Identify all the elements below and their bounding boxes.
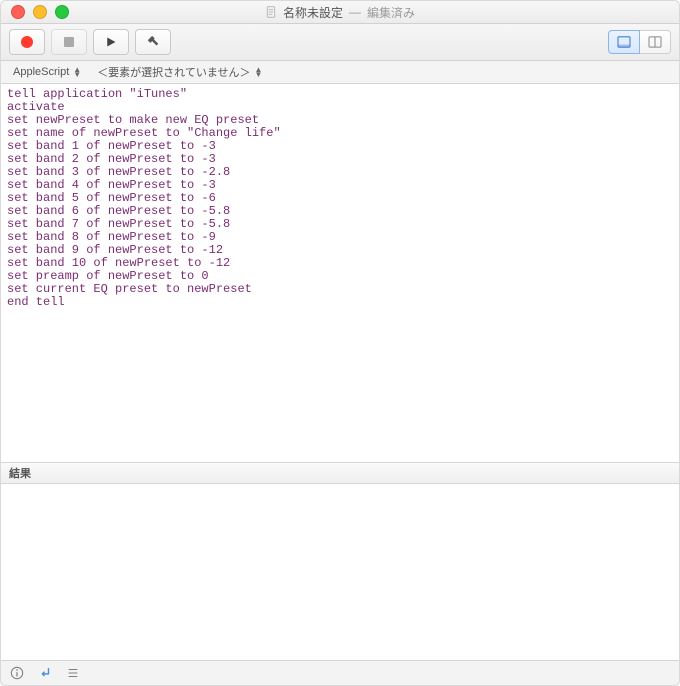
stop-button[interactable] bbox=[51, 29, 87, 55]
toolbar bbox=[1, 24, 679, 61]
chevron-updown-icon: ▲▼ bbox=[255, 67, 263, 77]
toolbar-group-left bbox=[9, 29, 171, 55]
title-separator: — bbox=[349, 5, 361, 19]
zoom-button[interactable] bbox=[55, 5, 69, 19]
list-icon[interactable] bbox=[65, 665, 81, 681]
results-label: 結果 bbox=[9, 465, 31, 481]
results-pane[interactable] bbox=[1, 484, 679, 660]
status-bar bbox=[1, 660, 679, 685]
record-button[interactable] bbox=[9, 29, 45, 55]
info-icon[interactable] bbox=[9, 665, 25, 681]
script-editor-window: 名称未設定 — 編集済み bbox=[0, 0, 680, 686]
close-button[interactable] bbox=[11, 5, 25, 19]
view-mode-script-button[interactable] bbox=[608, 30, 640, 54]
traffic-lights bbox=[11, 5, 69, 19]
view-mode-segment bbox=[608, 30, 671, 54]
window-title: 名称未設定 bbox=[283, 4, 343, 21]
element-select-label: ＜要素が選択されていません＞ bbox=[97, 64, 250, 80]
titlebar: 名称未設定 — 編集済み bbox=[1, 1, 679, 24]
minimize-button[interactable] bbox=[33, 5, 47, 19]
title-group: 名称未設定 — 編集済み bbox=[1, 4, 679, 21]
split-view-icon bbox=[648, 36, 662, 48]
return-icon[interactable] bbox=[37, 665, 53, 681]
language-select-label: AppleScript bbox=[13, 66, 69, 78]
option-bar: AppleScript ▲▼ ＜要素が選択されていません＞ ▲▼ bbox=[1, 61, 679, 84]
script-view-icon bbox=[617, 36, 631, 48]
run-button[interactable] bbox=[93, 29, 129, 55]
language-select[interactable]: AppleScript ▲▼ bbox=[9, 66, 85, 78]
record-icon bbox=[21, 36, 33, 48]
window-status: 編集済み bbox=[367, 4, 415, 21]
view-mode-log-button[interactable] bbox=[640, 30, 671, 54]
document-icon bbox=[265, 6, 277, 18]
code-editor[interactable]: tell application "iTunes" activate set n… bbox=[1, 84, 679, 462]
play-icon bbox=[105, 36, 117, 48]
stop-icon bbox=[64, 37, 74, 47]
hammer-icon bbox=[146, 35, 160, 49]
results-header[interactable]: 結果 bbox=[1, 462, 679, 484]
build-button[interactable] bbox=[135, 29, 171, 55]
element-select[interactable]: ＜要素が選択されていません＞ ▲▼ bbox=[93, 64, 266, 80]
chevron-updown-icon: ▲▼ bbox=[73, 67, 81, 77]
